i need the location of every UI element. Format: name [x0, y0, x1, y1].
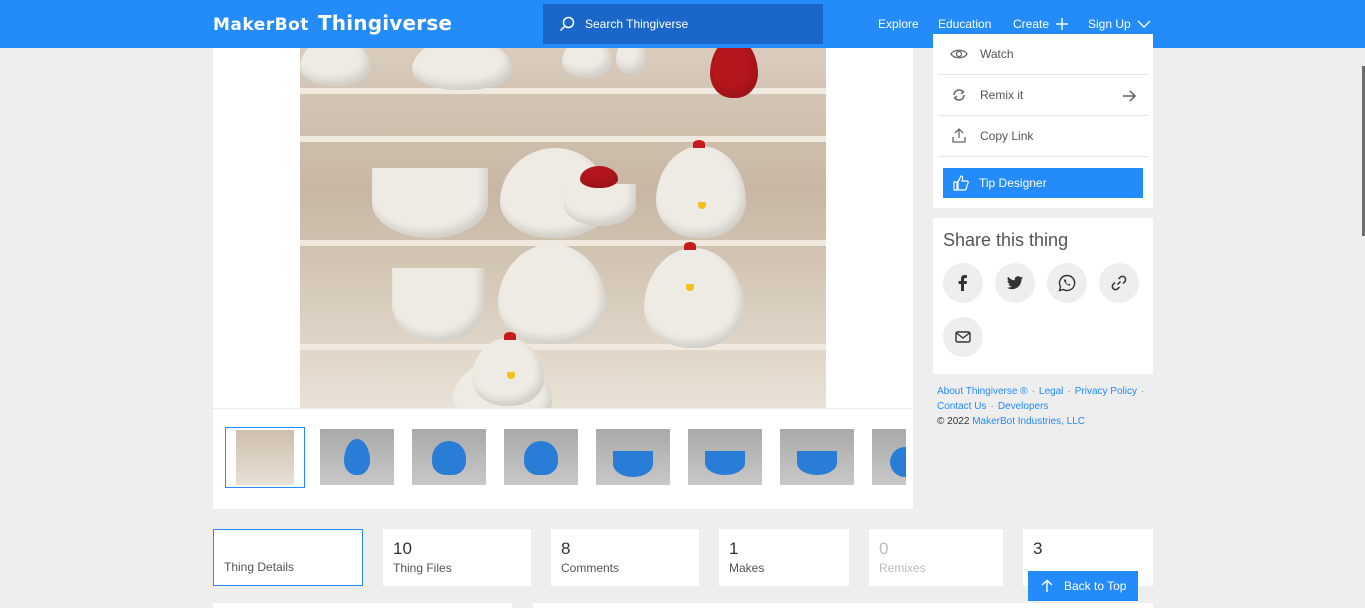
top-navigation-bar: MakerBot Thingiverse Explore Education C… — [0, 0, 1365, 48]
nav-explore[interactable]: Explore — [878, 0, 919, 48]
share-link-button[interactable] — [1099, 263, 1139, 303]
share-facebook-button[interactable] — [943, 263, 983, 303]
tab-label: Thing Details — [224, 560, 295, 574]
thing-image-gallery — [213, 48, 913, 509]
logo-makerbot-text: MakerBot — [213, 15, 309, 35]
thumbnail-6[interactable] — [688, 429, 762, 485]
thumbnail-8[interactable] — [872, 429, 906, 485]
tab-thing-files[interactable]: 10 Thing Files — [383, 529, 531, 586]
remix-button[interactable]: Remix it — [938, 75, 1148, 116]
about-link[interactable]: About Thingiverse ® — [937, 386, 1028, 397]
watch-label: Watch — [980, 47, 1014, 61]
share-panel: Share this thing — [933, 218, 1153, 374]
content-card-edge — [213, 603, 512, 608]
tab-count: 0 — [879, 539, 889, 558]
thumbnail-strip — [213, 408, 913, 509]
copyright-text: © 2022 — [937, 416, 970, 427]
content-card-edge — [533, 603, 1153, 608]
search-input[interactable] — [585, 17, 805, 31]
chevron-down-icon — [1137, 20, 1151, 28]
facebook-icon — [958, 275, 967, 291]
watch-button[interactable]: Watch — [938, 34, 1148, 75]
tab-count: 8 — [561, 539, 571, 558]
tab-label: Makes — [729, 561, 765, 575]
tab-count: 10 — [393, 539, 412, 558]
remix-label: Remix it — [980, 88, 1024, 102]
company-link[interactable]: MakerBot Industries, LLC — [972, 416, 1085, 427]
whatsapp-icon — [1058, 274, 1076, 292]
arrow-right-icon — [1123, 90, 1136, 102]
back-to-top-button[interactable]: Back to Top — [1028, 571, 1138, 601]
nav-create-label: Create — [1013, 17, 1050, 31]
logo-thingiverse-text: Thingiverse — [317, 11, 453, 35]
thumbnail-1[interactable] — [225, 427, 305, 488]
contact-us-link[interactable]: Contact Us — [937, 401, 986, 412]
back-to-top-label: Back to Top — [1064, 579, 1127, 593]
share-whatsapp-button[interactable] — [1047, 263, 1087, 303]
arrow-up-icon — [1041, 579, 1053, 592]
share-upload-icon — [952, 128, 966, 143]
nav-education-label: Education — [938, 17, 992, 31]
search-icon — [559, 16, 575, 32]
tab-count: 1 — [729, 539, 739, 558]
tab-makes[interactable]: 1 Makes — [719, 529, 849, 586]
copy-link-button[interactable]: Copy Link — [938, 116, 1148, 157]
search-box[interactable] — [543, 4, 823, 44]
tab-comments[interactable]: 8 Comments — [551, 529, 699, 586]
thumbnail-2[interactable] — [320, 429, 394, 485]
share-title: Share this thing — [943, 230, 1069, 250]
thumbnail-7[interactable] — [780, 429, 854, 485]
makerbot-thingiverse-logo[interactable]: MakerBot Thingiverse — [213, 11, 452, 37]
nav-explore-label: Explore — [878, 17, 919, 31]
thumbnail-5[interactable] — [596, 429, 670, 485]
thumbnail-3[interactable] — [412, 429, 486, 485]
plus-icon — [1056, 18, 1069, 30]
tab-label: Remixes — [879, 561, 926, 575]
tab-thing-details[interactable]: Thing Details — [213, 529, 363, 586]
legal-link[interactable]: Legal — [1039, 386, 1063, 397]
email-icon — [955, 331, 971, 343]
thumbnail-4[interactable] — [504, 429, 578, 485]
tab-label: Comments — [561, 561, 620, 575]
share-email-button[interactable] — [943, 317, 983, 357]
eye-icon — [950, 49, 968, 59]
tip-designer-label: Tip Designer — [979, 176, 1047, 190]
remix-icon — [953, 89, 965, 101]
copy-link-label: Copy Link — [980, 129, 1034, 143]
main-thing-photo[interactable] — [300, 48, 826, 408]
privacy-policy-link[interactable]: Privacy Policy — [1075, 386, 1137, 397]
thing-actions-panel: Watch Remix it Copy Link Tip Designer — [933, 34, 1153, 208]
tip-designer-button[interactable]: Tip Designer — [943, 168, 1143, 198]
link-icon — [1111, 275, 1127, 291]
twitter-icon — [1007, 276, 1023, 290]
share-twitter-button[interactable] — [995, 263, 1035, 303]
tab-count: 3 — [1033, 539, 1043, 558]
thumbs-up-icon — [953, 175, 969, 191]
tab-remixes[interactable]: 0 Remixes — [869, 529, 1003, 586]
developers-link[interactable]: Developers — [998, 401, 1049, 412]
nav-signup-label: Sign Up — [1088, 17, 1131, 31]
tab-label: Thing Files — [393, 561, 452, 575]
footer-links: About Thingiverse ® · Legal · Privacy Policy… — [937, 386, 1145, 427]
